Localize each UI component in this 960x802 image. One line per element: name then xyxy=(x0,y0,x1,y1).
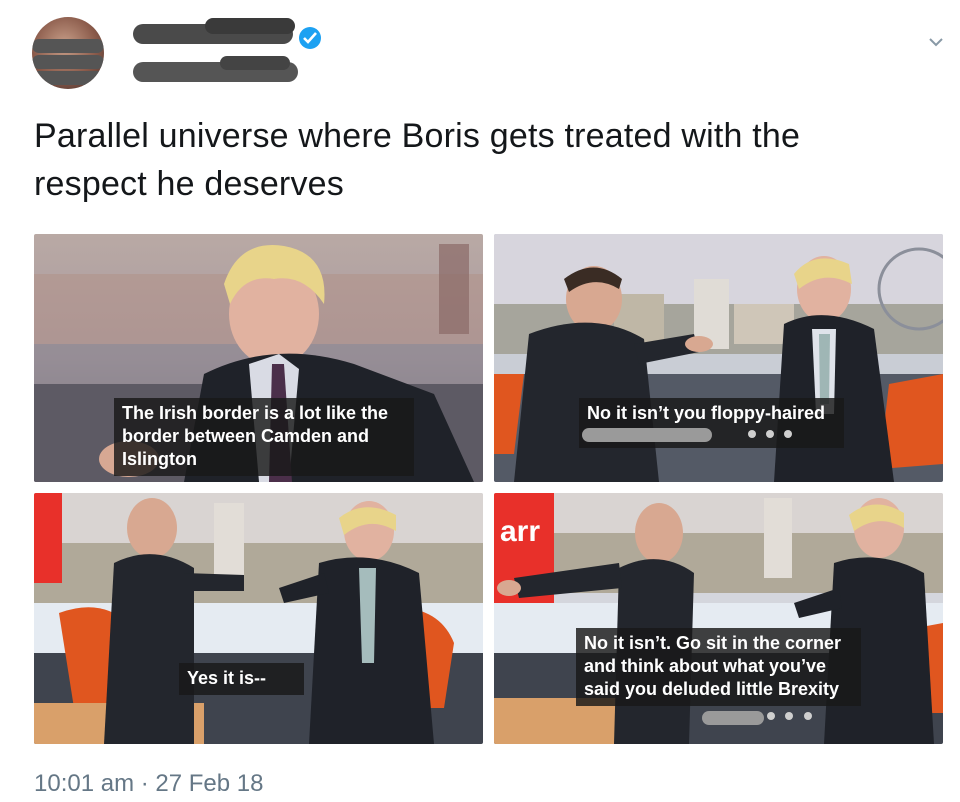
caption-1: The Irish border is a lot like the borde… xyxy=(114,398,414,476)
caption-4: No it isn’t. Go sit in the corner and th… xyxy=(576,628,861,706)
user-avatar[interactable] xyxy=(32,17,104,89)
panel-4-image xyxy=(494,493,943,744)
caption-2-text: No it isn’t you floppy-haired xyxy=(587,403,825,423)
caption-dot xyxy=(766,430,774,438)
caption-dot xyxy=(784,430,792,438)
tweet-card: Parallel universe where Boris gets treat… xyxy=(0,0,960,802)
caption-4-text: No it isn’t. Go sit in the corner and th… xyxy=(584,633,842,699)
caption-redaction xyxy=(582,428,712,442)
verified-badge-icon xyxy=(299,27,321,49)
display-name-redacted xyxy=(205,18,295,34)
media-panel-4[interactable]: arr No it isn’t. Go sit in the corner an… xyxy=(494,493,943,744)
avatar-redaction xyxy=(32,39,104,53)
tweet-timestamp[interactable]: 10:01 am · 27 Feb 18 xyxy=(34,770,263,798)
caption-dot xyxy=(767,712,775,720)
caption-dot xyxy=(785,712,793,720)
media-panel-1[interactable]: The Irish border is a lot like the borde… xyxy=(34,234,483,482)
media-panel-2[interactable]: No it isn’t you floppy-haired xyxy=(494,234,943,482)
chevron-down-icon[interactable] xyxy=(926,34,946,50)
caption-3: Yes it is-- xyxy=(179,663,304,695)
tweet-text: Parallel universe where Boris gets treat… xyxy=(34,117,801,203)
caption-dot xyxy=(748,430,756,438)
caption-redaction xyxy=(702,711,764,725)
avatar-redaction xyxy=(32,55,104,69)
media-panel-3[interactable]: Yes it is-- xyxy=(34,493,483,744)
panel-3-image xyxy=(34,493,483,744)
studio-logo: arr xyxy=(500,515,541,548)
caption-dot xyxy=(804,712,812,720)
handle-redacted xyxy=(220,56,290,70)
avatar-redaction xyxy=(32,71,104,85)
